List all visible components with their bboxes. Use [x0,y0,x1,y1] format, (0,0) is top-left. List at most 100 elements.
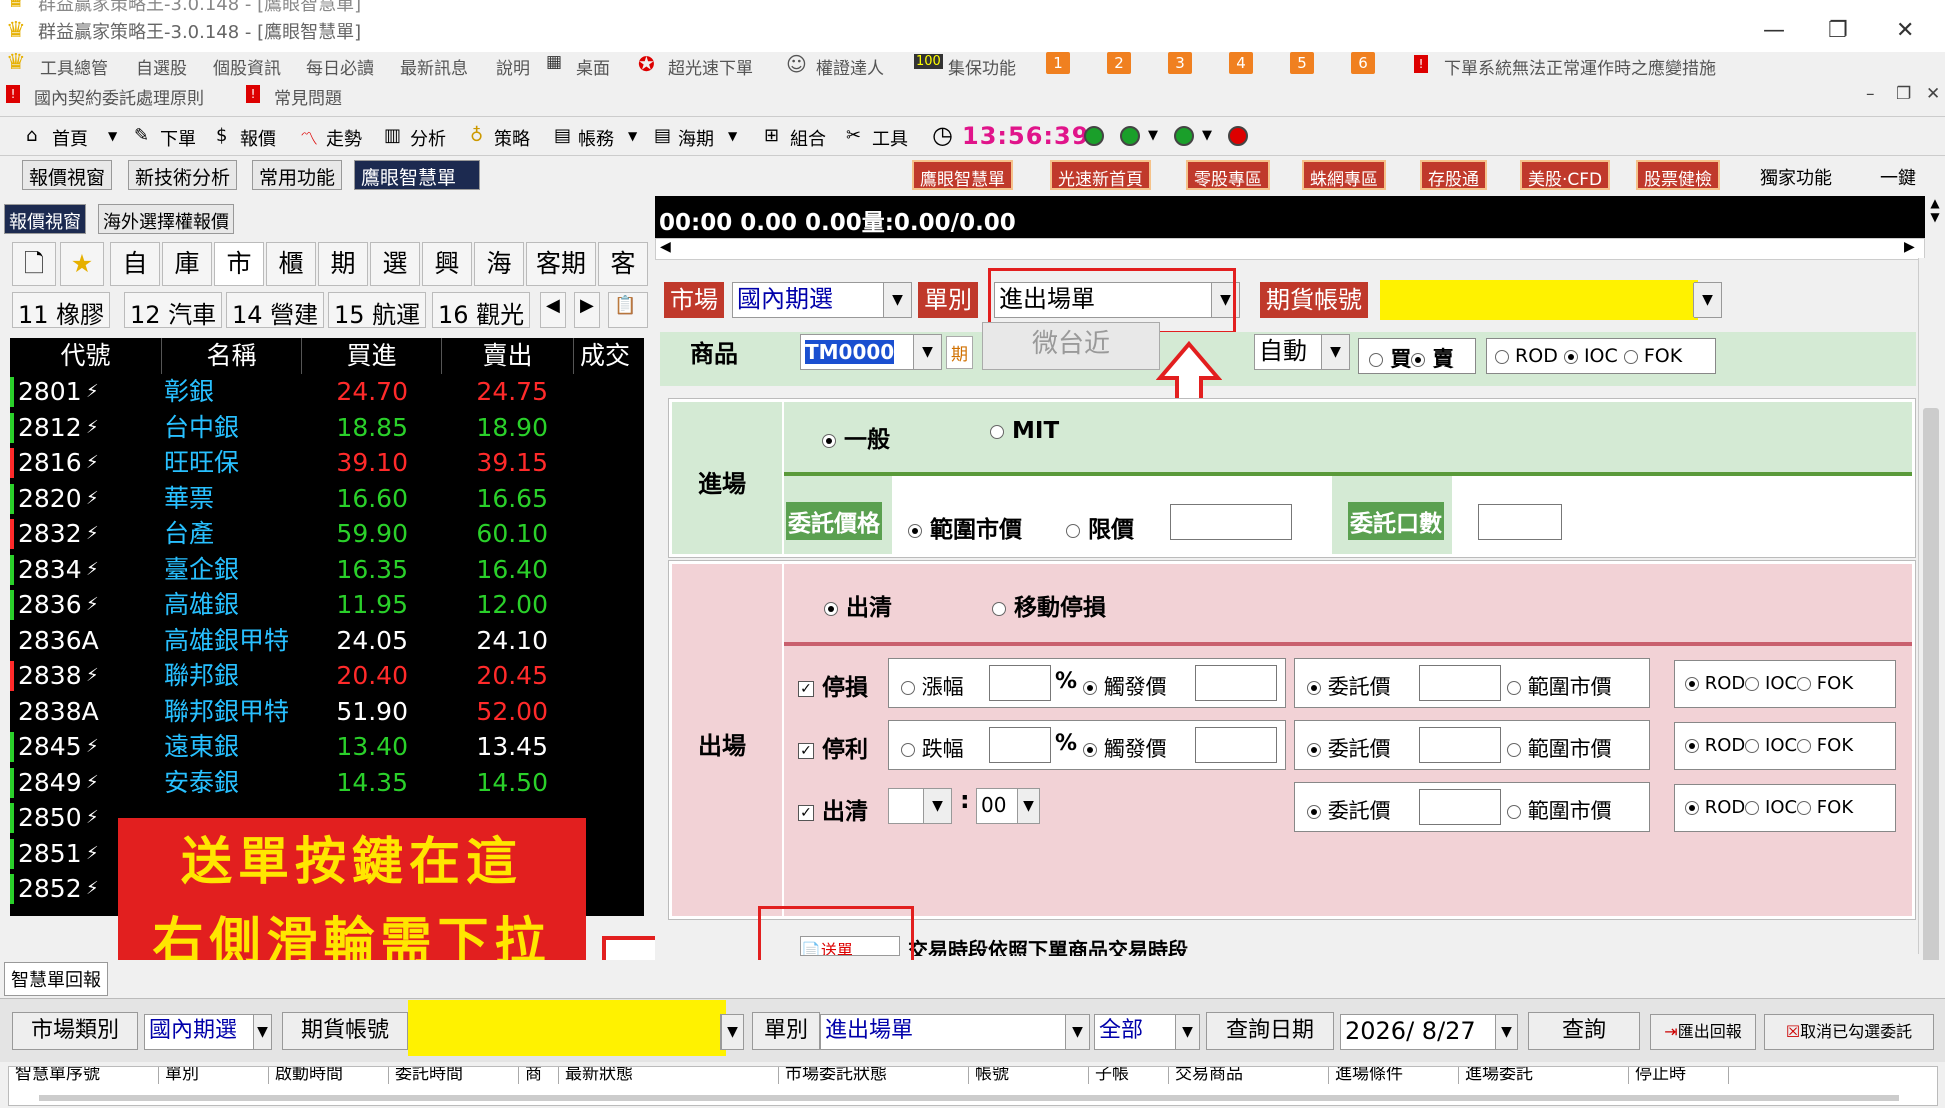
fok-radio[interactable] [1797,739,1812,753]
promo-eagle[interactable]: 鷹眼智慧單 [912,160,1013,190]
takeprofit-checkbox[interactable]: ✓ [798,742,814,759]
limit-radio[interactable] [1066,523,1080,538]
report-col-header[interactable]: 交易商品 [1169,1067,1329,1084]
clear-radio[interactable] [824,601,838,616]
favorite-star-icon[interactable]: ★ [60,242,104,286]
cat-options[interactable]: 選 [370,242,420,286]
chevron-down-icon[interactable]: ▼ [253,1015,271,1049]
range-price-radio[interactable] [1507,805,1521,819]
query-date-picker[interactable]: 2026/ 8/27 ▼ [1340,1014,1518,1050]
tab-eagle-eye[interactable]: 鷹眼智慧單 [354,160,480,190]
entry-price-input[interactable] [1170,504,1292,540]
ticker-scroll-icon[interactable]: ▲ ▼ [1925,196,1945,256]
order-price-input[interactable] [1419,789,1501,825]
mdi-minimize-icon[interactable]: – [1866,84,1875,104]
quote-row[interactable]: 2836 ⚡ 高雄銀 11.95 12.00 [10,587,644,622]
industry-15[interactable]: 15 航運 [328,292,427,329]
shortcut-1[interactable]: 1 [1046,52,1070,74]
rod-radio[interactable] [1495,349,1509,364]
mdi-restore-icon[interactable]: ❐ [1896,84,1911,104]
report-col-header[interactable]: 商 [519,1067,559,1084]
hour-select[interactable]: ▼ [888,788,952,824]
scroll-thumb[interactable] [1923,408,1939,968]
promo-homepage[interactable]: 光速新首頁 [1050,160,1151,190]
export-button[interactable]: ⇥匯出回報 [1650,1014,1756,1050]
report-col-header[interactable]: 進場委託 [1459,1067,1629,1084]
col-code[interactable]: 代號 [10,338,162,374]
promo-checkup[interactable]: 股票健檢 [1636,160,1720,190]
range-market-radio[interactable] [908,523,922,538]
ticker-scrollbar[interactable]: ◀ ▶ [655,238,1925,260]
col-bid[interactable]: 買進 [302,338,442,374]
report-col-header[interactable]: 停止時 [1629,1067,1729,1084]
report-col-header[interactable]: 帳號 [969,1067,1089,1084]
menu-custody[interactable]: 集保功能 [948,54,1016,79]
chevron-down-icon[interactable]: ▼ [913,335,941,369]
cancel-selected-button[interactable]: ☒取消已勾選委託 [1764,1014,1934,1050]
trigger-input[interactable] [1195,727,1277,763]
mit-radio[interactable] [990,424,1004,439]
report-col-header[interactable]: 單別 [159,1067,269,1084]
promo-oddlot[interactable]: 零股專區 [1186,160,1270,190]
toolbar-tools[interactable]: 工具 [872,125,908,151]
cat-watchlist[interactable]: 自 [110,242,160,286]
report-col-header[interactable]: 委託時間 [389,1067,519,1084]
near-month-button[interactable]: 微台近 [982,322,1160,370]
cat-inventory[interactable]: 庫 [162,242,212,286]
tab-overseas-options[interactable]: 海外選擇權報價 [98,204,234,234]
promo-onekey[interactable]: 一鍵 [1880,164,1916,190]
promo-exclusive[interactable]: 獨家功能 [1760,164,1832,190]
minute-select[interactable]: 00 ▼ [976,788,1040,824]
next-arrow-icon[interactable]: ▶ [574,292,600,328]
scroll-left-icon[interactable]: ◀ [660,239,671,255]
quote-row[interactable]: 2836A 高雄銀甲特 24.05 24.10 [10,623,644,658]
menu-news[interactable]: 最新訊息 [400,54,468,79]
menu-notice[interactable]: 下單系統無法正常運作時之應變措施 [1444,54,1716,79]
chevron-down-icon[interactable]: ▼ [108,129,117,143]
close-icon[interactable]: ✕ [1896,18,1914,43]
fok-radio[interactable] [1797,677,1812,691]
report-hscrollbar[interactable] [39,1095,1899,1101]
toolbar-account[interactable]: 帳務 [578,125,614,151]
form-scrollbar[interactable] [1918,258,1944,968]
report-col-header[interactable]: 子帳 [1089,1067,1169,1084]
menu-lightspeed-order[interactable]: 超光速下單 [668,54,753,79]
quote-row[interactable]: 2849 ⚡ 安泰銀 14.35 14.50 [10,765,644,800]
report-col-header[interactable]: 進場條件 [1329,1067,1459,1084]
quote-row[interactable]: 2820 ⚡ 華票 16.60 16.65 [10,481,644,516]
rod-radio[interactable] [1685,739,1699,753]
quote-row[interactable]: 2838A 聯邦銀甲特 51.90 52.00 [10,694,644,729]
industry-16[interactable]: 16 觀光 [432,292,531,329]
chevron-down-icon[interactable]: ▼ [1065,1015,1089,1049]
report-col-header[interactable]: 最新狀態 [559,1067,779,1084]
chevron-down-icon[interactable]: ▼ [1321,335,1349,369]
order-price-radio[interactable] [1307,681,1321,695]
trigger-input[interactable] [1195,665,1277,701]
shortcut-6[interactable]: 6 [1351,52,1375,74]
shortcut-5[interactable]: 5 [1290,52,1314,74]
ioc-radio[interactable] [1563,349,1578,364]
shortcut-2[interactable]: 2 [1107,52,1131,74]
period-button[interactable]: 期 [946,336,973,369]
cat-listed[interactable]: 市 [214,242,264,286]
cat-futures[interactable]: 期 [318,242,368,286]
chevron-down-icon[interactable]: ▼ [721,1015,743,1049]
report-col-header[interactable]: 啟動時間 [269,1067,389,1084]
toolbar-strategy[interactable]: 策略 [494,125,530,151]
market-select[interactable]: 國內期選 ▼ [732,282,912,318]
shortcut-3[interactable]: 3 [1168,52,1192,74]
toolbar-order[interactable]: 下單 [160,125,196,151]
chevron-down-icon[interactable]: ▼ [1148,128,1158,143]
range-price-radio[interactable] [1507,743,1521,757]
fall-input[interactable] [989,727,1051,763]
clipboard-icon[interactable]: 📋 [608,292,648,328]
report-col-header[interactable]: 智慧單序號 [9,1067,159,1084]
ioc-radio[interactable] [1745,677,1760,691]
auto-select[interactable]: 自動 ▼ [1254,334,1350,370]
tab-quotes[interactable]: 報價視窗 [4,204,86,234]
chevron-down-icon[interactable]: ▼ [883,283,911,317]
buy-radio[interactable] [1369,353,1383,367]
rod-radio[interactable] [1685,677,1699,691]
account-dropdown[interactable]: ▼ [1693,282,1722,318]
quote-row[interactable]: 2838 ⚡ 聯邦銀 20.40 20.45 [10,658,644,693]
